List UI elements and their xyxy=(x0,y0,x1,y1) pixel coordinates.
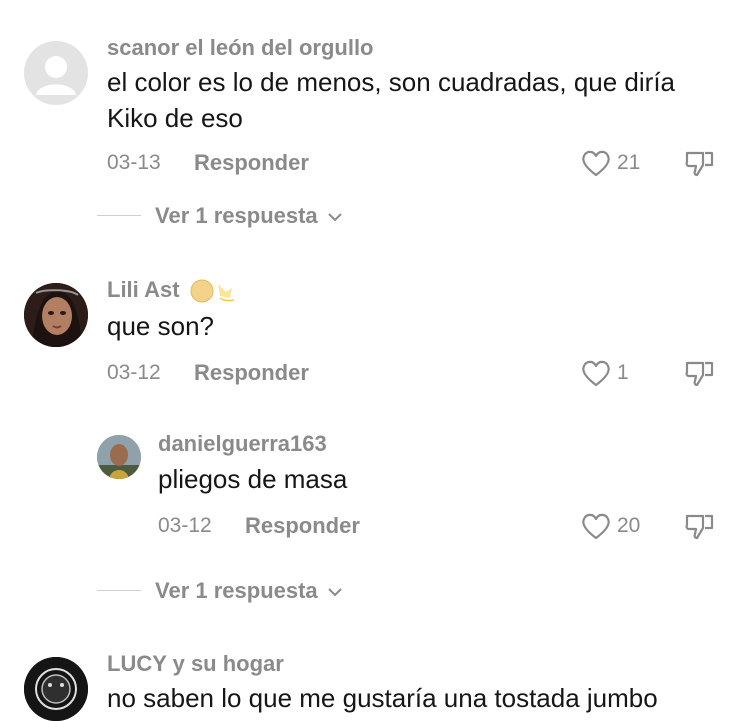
reply-button[interactable]: Responder xyxy=(194,360,309,386)
like-count: 1 xyxy=(617,361,629,384)
view-replies-label: Ver 1 respuesta xyxy=(155,578,318,603)
comment-username[interactable]: danielguerra163 xyxy=(158,431,327,457)
comment-username[interactable]: LUCY y su hogar xyxy=(107,651,284,677)
dislike-button[interactable] xyxy=(684,510,716,542)
heart-icon xyxy=(582,513,610,540)
comment-text: pliegos de masa xyxy=(158,464,348,494)
comment-date: 03-12 xyxy=(158,514,212,537)
comment-date: 03-12 xyxy=(107,361,161,384)
profile-photo xyxy=(24,283,88,347)
comment-text: el color es lo de menos, son cuadradas, … xyxy=(107,67,676,133)
dislike-button[interactable] xyxy=(684,147,716,179)
chevron-down-icon xyxy=(328,588,342,597)
comment-text: que son? xyxy=(107,311,214,341)
like-button[interactable] xyxy=(580,511,612,541)
comment-username[interactable]: Lili Ast xyxy=(107,277,240,304)
comment-username[interactable]: scanor el león del orgullo xyxy=(107,35,374,61)
avatar[interactable] xyxy=(24,657,88,721)
heart-icon xyxy=(582,150,610,177)
comment-text: no saben lo que me gustaría una tostada … xyxy=(107,683,658,713)
username-label: Lili Ast xyxy=(107,277,180,302)
view-replies-button[interactable]: Ver 1 respuesta xyxy=(155,203,342,229)
view-replies-button[interactable]: Ver 1 respuesta xyxy=(155,578,342,604)
reply-button[interactable]: Responder xyxy=(194,150,309,176)
avatar[interactable] xyxy=(24,41,88,105)
divider xyxy=(97,215,141,216)
moon-emoji-icon xyxy=(190,279,234,303)
like-count: 21 xyxy=(617,151,641,174)
default-avatar-icon xyxy=(36,56,76,95)
profile-photo xyxy=(24,657,88,721)
reply-button[interactable]: Responder xyxy=(245,513,360,539)
chevron-down-icon xyxy=(328,213,342,222)
thumbs-down-icon xyxy=(685,361,714,387)
view-replies-label: Ver 1 respuesta xyxy=(155,203,318,228)
like-count: 20 xyxy=(617,514,641,537)
divider xyxy=(97,590,141,591)
avatar[interactable] xyxy=(97,435,141,479)
like-button[interactable] xyxy=(580,148,612,178)
profile-photo xyxy=(97,435,141,479)
thumbs-down-icon xyxy=(685,151,714,177)
dislike-button[interactable] xyxy=(684,357,716,389)
like-button[interactable] xyxy=(580,358,612,388)
heart-icon xyxy=(582,360,610,387)
thumbs-down-icon xyxy=(685,514,714,540)
avatar[interactable] xyxy=(24,283,88,347)
comment-date: 03-13 xyxy=(107,151,161,174)
